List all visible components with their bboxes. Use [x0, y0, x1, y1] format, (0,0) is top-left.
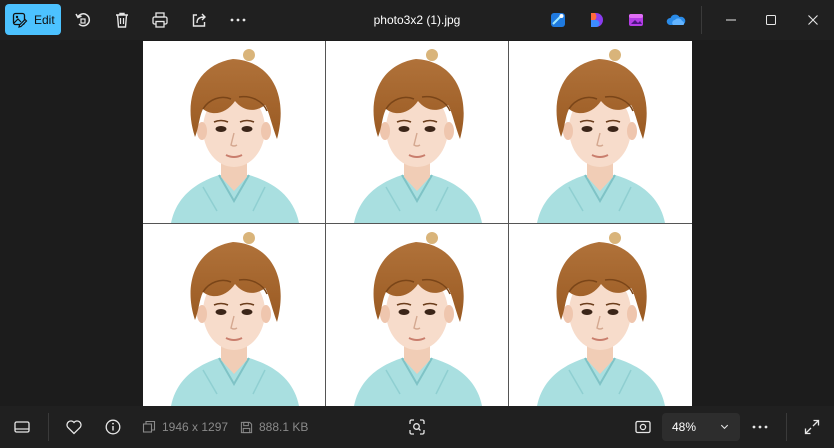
status-divider [48, 413, 49, 441]
expand-icon [804, 419, 820, 435]
close-button[interactable] [790, 0, 834, 40]
minimize-icon [726, 19, 736, 21]
actual-size-button[interactable] [632, 416, 654, 438]
close-icon [808, 15, 818, 25]
image-viewer-canvas[interactable] [0, 40, 834, 406]
image-dimensions: 1946 x 1297 [142, 406, 228, 448]
file-size: 888.1 KB [240, 406, 308, 448]
photo-cell [509, 41, 691, 223]
delete-icon [116, 12, 128, 28]
actual-size-icon [635, 420, 651, 434]
clipchamp-icon[interactable] [587, 11, 605, 29]
zoom-level-text: 48% [672, 420, 697, 434]
delete-button[interactable] [110, 8, 134, 32]
portrait-image [171, 49, 299, 223]
maximize-icon [766, 15, 776, 25]
edit-image-icon [12, 12, 28, 28]
file-info-button[interactable] [102, 416, 124, 438]
more-icon [230, 18, 246, 22]
favorite-button[interactable] [63, 416, 85, 438]
photo-cell [509, 224, 691, 406]
chevron-down-icon [720, 424, 729, 430]
share-icon [192, 13, 206, 27]
photo-cell [143, 224, 325, 406]
photo-editor-icon[interactable] [627, 11, 645, 29]
file-size-text: 888.1 KB [259, 420, 309, 434]
status-divider [786, 413, 787, 441]
portrait-image [354, 49, 482, 223]
zoom-level-dropdown[interactable]: 48% [662, 413, 740, 441]
more-actions-button[interactable] [749, 416, 771, 438]
photo-cell [326, 224, 508, 406]
window-title: photo3x2 (1).jpg [373, 13, 461, 27]
visual-search-icon [409, 419, 425, 435]
photo-sheet [143, 41, 692, 406]
top-toolbar: Edit photo3x2 (1).jpg [0, 0, 834, 40]
filmstrip-button[interactable] [11, 416, 33, 438]
portrait-image [171, 232, 299, 406]
more-options-button[interactable] [226, 8, 250, 32]
edit-button[interactable]: Edit [5, 4, 61, 35]
filmstrip-icon [14, 421, 30, 433]
rotate-button[interactable] [71, 8, 95, 32]
photo-cell [326, 41, 508, 223]
info-icon [105, 419, 121, 435]
maximize-button[interactable] [748, 0, 794, 40]
portrait-image [354, 232, 482, 406]
toolbar-divider [701, 6, 702, 34]
print-button[interactable] [148, 8, 172, 32]
save-disk-icon [240, 421, 253, 433]
fullscreen-button[interactable] [801, 416, 823, 438]
bottom-status-bar: 1946 x 1297 888.1 KB 48% [0, 406, 834, 448]
visual-search-button[interactable] [406, 416, 428, 438]
more-icon [752, 425, 768, 429]
grid-divider [143, 223, 692, 224]
dimensions-icon [142, 420, 156, 433]
portrait-image [537, 49, 665, 223]
share-button[interactable] [187, 8, 211, 32]
onedrive-icon[interactable] [666, 11, 686, 29]
dimensions-text: 1946 x 1297 [162, 420, 229, 434]
photo-cell [143, 41, 325, 223]
designer-icon[interactable] [549, 11, 567, 29]
edit-label: Edit [34, 12, 55, 27]
rotate-icon [75, 13, 91, 27]
print-icon [152, 12, 168, 28]
portrait-image [537, 232, 665, 406]
heart-icon [66, 420, 82, 435]
